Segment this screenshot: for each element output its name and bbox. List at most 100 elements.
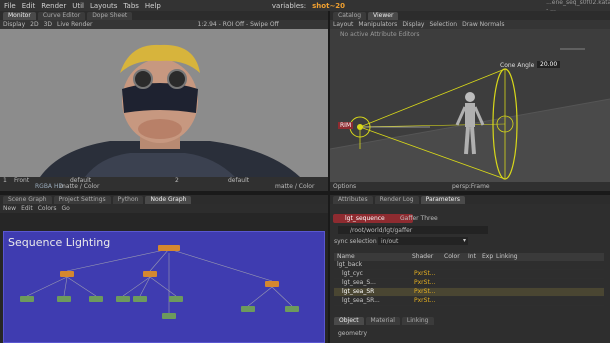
light-shader: PxrSt... (414, 288, 436, 295)
monitor-tabs: Monitor Curve Editor Dope Sheet (0, 11, 328, 20)
light-node-8[interactable] (285, 306, 299, 312)
table-row[interactable]: lgt_sea_S... PxrSt... (334, 279, 604, 288)
table-row[interactable]: lgt_back (334, 261, 604, 270)
geometry-group[interactable]: geometry (338, 330, 367, 337)
matte-b[interactable]: matte / Color (275, 183, 314, 190)
menu-file[interactable]: File (4, 2, 16, 10)
tab-scene-graph[interactable]: Scene Graph (3, 196, 52, 204)
light-node-6[interactable] (169, 296, 183, 302)
col-color[interactable]: Color (444, 253, 468, 261)
viewer-3d-viewport[interactable]: No active Attribute Editors Cone Angle 2… (330, 29, 610, 182)
tab-dope-sheet[interactable]: Dope Sheet (87, 12, 133, 20)
table-row[interactable]: lgt_sea_SR... PxrSt... (334, 297, 604, 306)
table-row[interactable]: lgt_cyc PxrSt... (334, 270, 604, 279)
viewer-menu-selection[interactable]: Selection (429, 21, 457, 28)
viewer-tabs: Catalog Viewer (330, 11, 610, 20)
viewport-scene (330, 29, 610, 182)
default-b[interactable]: default (228, 177, 249, 184)
menu-util[interactable]: Util (72, 2, 84, 10)
group-node-left[interactable] (60, 271, 74, 277)
monitor-status: 1:2.94 - ROI Off - Swipe Off (197, 21, 279, 28)
col-int[interactable]: Int (468, 253, 482, 261)
menu-layouts[interactable]: Layouts (90, 2, 117, 10)
light-node-9[interactable] (162, 313, 176, 319)
tab-node-graph[interactable]: Node Graph (145, 196, 192, 204)
light-node-3[interactable] (89, 296, 103, 302)
viewer-menu-manipulators[interactable]: Manipulators (358, 21, 397, 28)
col-linking[interactable]: Linking (496, 253, 518, 261)
light-node-2[interactable] (57, 296, 71, 302)
light-name: lgt_back (337, 261, 363, 268)
light-node-7[interactable] (241, 306, 255, 312)
rim-light-label[interactable]: RIM (338, 122, 354, 129)
menu-render[interactable]: Render (41, 2, 66, 10)
tab-monitor[interactable]: Monitor (3, 12, 36, 20)
ng-menu-colors[interactable]: Colors (38, 205, 57, 212)
2d-toggle[interactable]: 2D (30, 21, 38, 28)
menu-help[interactable]: Help (145, 2, 161, 10)
cone-angle-field[interactable]: 20.00 (537, 61, 561, 68)
col-shader[interactable]: Shader (412, 253, 444, 261)
tab-material[interactable]: Material (365, 317, 400, 325)
tab-python[interactable]: Python (112, 196, 144, 204)
shot-variable[interactable]: shot~20 (312, 2, 345, 10)
light-shader: PxrSt... (414, 279, 436, 286)
display-menu[interactable]: Display (3, 21, 25, 28)
object-tabs: Object Material Linking (334, 317, 604, 326)
gaffer-path-field[interactable]: /root/world/lgt/gaffer (338, 226, 488, 234)
tab-viewer[interactable]: Viewer (368, 12, 399, 20)
frame-b-label: 2 (175, 177, 179, 184)
tab-catalog[interactable]: Catalog (333, 12, 367, 20)
viewer-menu-draw-normals[interactable]: Draw Normals (462, 21, 504, 28)
chevron-down-icon: ▾ (462, 237, 466, 244)
group-node-right[interactable] (265, 281, 279, 287)
channel-select[interactable]: RGBA HD (35, 183, 63, 190)
viewer-options-button[interactable]: Options (333, 183, 356, 190)
lights-table: lgt_back lgt_cyc PxrSt... lgt_sea_S... P… (334, 261, 604, 306)
params-tabs: Attributes Render Log Parameters (330, 195, 610, 204)
tab-linking[interactable]: Linking (401, 317, 434, 325)
view-mode[interactable]: Front (14, 177, 29, 184)
tab-attributes[interactable]: Attributes (333, 196, 373, 204)
params-panel: lgt_sequence Gaffer Three /root/world/lg… (330, 204, 610, 343)
nodegraph-canvas[interactable]: Sequence Lighting (0, 213, 328, 343)
tab-curve-editor[interactable]: Curve Editor (37, 12, 86, 20)
menu-edit[interactable]: Edit (22, 2, 36, 10)
table-row[interactable]: lgt_sea_SR PxrSt... (334, 288, 604, 297)
group-node-center[interactable] (143, 271, 157, 277)
light-node-1[interactable] (20, 296, 34, 302)
3d-toggle[interactable]: 3D (44, 21, 52, 28)
matte-a[interactable]: matte / Color (60, 183, 99, 190)
viewer-menu-layout[interactable]: Layout (333, 21, 353, 28)
sync-selection-dropdown[interactable]: in/out ▾ (378, 237, 468, 245)
tab-object[interactable]: Object (334, 317, 364, 325)
variables-label: variables: (271, 1, 307, 10)
ng-menu-new[interactable]: New (3, 205, 16, 212)
nodegraph-menubar: New Edit Colors Go (0, 204, 328, 213)
monitor-toolbar: Display 2D 3D Live Render 1:2.94 - ROI O… (0, 20, 328, 29)
camera-select[interactable]: persp:Frame (452, 183, 490, 190)
col-exp[interactable]: Exp (482, 253, 496, 261)
light-node-5[interactable] (133, 296, 147, 302)
light-node-4[interactable] (116, 296, 130, 302)
viewer-footer: Options persp:Frame (330, 182, 610, 191)
menu-tabs[interactable]: Tabs (123, 2, 139, 10)
light-name: lgt_sea_S... (342, 279, 376, 286)
ng-menu-go[interactable]: Go (62, 205, 70, 212)
render-image (0, 29, 328, 177)
light-shader (409, 261, 441, 269)
lights-table-header: Name Shader Color Int Exp Linking (334, 253, 604, 261)
tab-project-settings[interactable]: Project Settings (53, 196, 111, 204)
manipulator-label: No active Attribute Editors (340, 31, 420, 38)
node-type-label: Gaffer Three (400, 215, 438, 222)
col-name[interactable]: Name (334, 253, 412, 261)
monitor-render-view[interactable] (0, 29, 328, 177)
merge-node[interactable] (158, 245, 180, 251)
cone-angle-label: Cone Angle (500, 62, 535, 69)
tab-render-log[interactable]: Render Log (374, 196, 419, 204)
viewer-menu-display[interactable]: Display (402, 21, 424, 28)
light-name: lgt_sea_SR... (342, 297, 380, 304)
tab-parameters[interactable]: Parameters (420, 196, 465, 204)
live-render-button[interactable]: Live Render (57, 21, 93, 28)
ng-menu-edit[interactable]: Edit (21, 205, 33, 212)
